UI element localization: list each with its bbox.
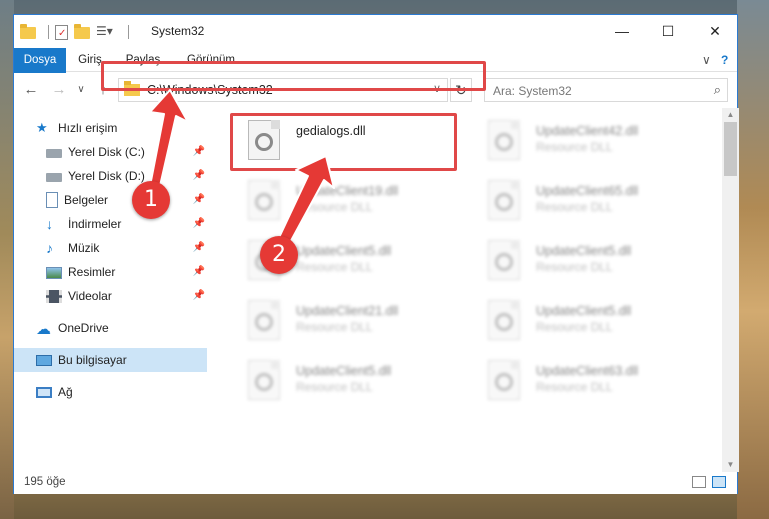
- arrow-step-1: [149, 89, 189, 187]
- step-badge-2: 2: [260, 236, 298, 274]
- step-badge-1: 1: [132, 181, 170, 219]
- annotation-arrows: [149, 89, 335, 251]
